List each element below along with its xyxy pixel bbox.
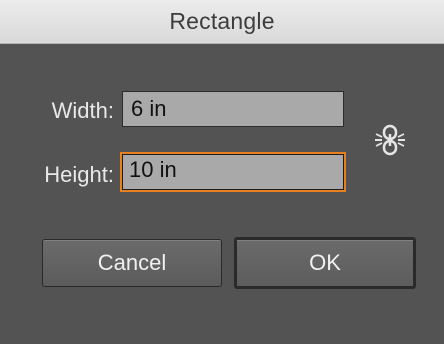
width-label: Width: [51, 98, 114, 123]
cancel-button-label: Cancel [97, 250, 167, 275]
constrain-proportions-link-icon[interactable] [372, 122, 408, 158]
width-field[interactable]: 6 in [122, 91, 344, 127]
height-label: Height: [44, 162, 114, 187]
dialog-title: Rectangle [169, 8, 275, 34]
dialog-body: Width: 6 in Height: 10 in Cancel OK [0, 44, 444, 344]
ok-button-label: OK [309, 250, 341, 275]
cancel-button[interactable]: Cancel [42, 239, 222, 287]
ok-button[interactable]: OK [234, 237, 416, 289]
title-bar[interactable]: Rectangle [0, 0, 444, 44]
height-field[interactable]: 10 in [120, 152, 346, 192]
rectangle-dialog: Rectangle Width: 6 in Height: 10 in Canc… [0, 0, 444, 344]
